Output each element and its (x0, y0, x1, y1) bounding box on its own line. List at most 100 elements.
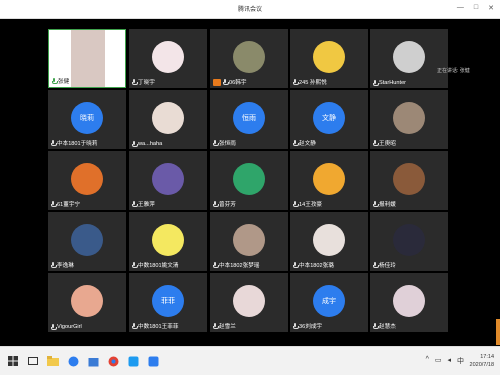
avatar (313, 162, 345, 195)
clock[interactable]: 17:14 2020/7/18 (470, 353, 494, 369)
video-feed (71, 30, 105, 87)
participant-tile[interactable]: 中本1802张璐 (290, 212, 368, 271)
participant-tile[interactable]: 中数1801姚文清 (129, 212, 207, 271)
avatar (152, 223, 184, 256)
participant-name-row: 赵慧杰 (373, 322, 396, 330)
title-bar: 腾讯会议 — □ ✕ (0, 0, 500, 19)
participant-name-row: 丁晓宇 (132, 78, 155, 86)
avatar (393, 101, 425, 134)
participant-name: 杨佳玲 (379, 263, 396, 269)
participant-tile[interactable]: 06韩宇 (210, 29, 288, 88)
microphone-icon (373, 201, 379, 207)
participant-name: wa...haha (138, 141, 163, 147)
ime-indicator[interactable]: 中 (457, 356, 464, 366)
participant-tile[interactable]: VigourGirl (48, 273, 126, 332)
participant-name-row: StarHunter (373, 80, 406, 86)
participant-tile[interactable]: 杨佳玲 (370, 212, 448, 271)
participant-name-row: 36刘成宇 (293, 322, 322, 330)
participant-name: 中本1801于晓莉 (57, 141, 98, 147)
avatar (71, 284, 103, 317)
avatar (233, 223, 265, 256)
participant-tile[interactable]: 文静 赵文静 (290, 90, 368, 149)
microphone-icon (213, 323, 219, 329)
network-icon[interactable]: ▭ (435, 356, 442, 366)
edge-browser-icon[interactable] (66, 354, 80, 368)
participant-tile[interactable]: 报利媛 (370, 151, 448, 210)
volume-icon[interactable]: ◂ (447, 356, 451, 366)
participant-tile[interactable]: 王庚昭 (370, 90, 448, 149)
participant-name-row: 245 孙熙悦 (293, 78, 327, 86)
microphone-icon (52, 78, 58, 84)
participant-name: VigourGirl (57, 324, 82, 330)
avatar (233, 284, 265, 317)
initials-avatar: 菲菲 (152, 284, 184, 317)
participant-name: 中数1801姚文清 (138, 263, 179, 269)
participant-tile[interactable]: 14王孜豪 (290, 151, 368, 210)
initials-avatar: 晓莉 (71, 101, 103, 134)
microphone-icon (51, 140, 57, 146)
participant-tile[interactable]: StarHunter (370, 29, 448, 88)
avatar (152, 162, 184, 195)
microphone-icon (213, 140, 219, 146)
participant-name: 中本1802张璐 (299, 263, 334, 269)
participant-tile[interactable]: 菲菲 中数1801王菲菲 (129, 273, 207, 332)
side-panel-handle[interactable] (496, 319, 500, 345)
participant-name: 中本1802张梦瑶 (219, 263, 260, 269)
maximize-icon[interactable]: □ (474, 4, 478, 12)
participant-tile[interactable]: 245 孙熙悦 (290, 29, 368, 88)
participant-name-row: 赵文静 (293, 139, 316, 147)
participant-tile[interactable]: 曾芬芳 (210, 151, 288, 210)
participant-name-row: 王庚昭 (373, 139, 396, 147)
participant-tile[interactable]: 恒雨 张恒雨 (210, 90, 288, 149)
chrome-icon[interactable] (106, 354, 120, 368)
initials-avatar: 成宇 (313, 284, 345, 317)
participant-name: 36刘成宇 (299, 324, 323, 330)
task-view-icon[interactable] (26, 354, 40, 368)
app-icon[interactable] (126, 354, 140, 368)
microphone-icon (132, 323, 138, 329)
participant-name-row: 张健 (52, 77, 69, 85)
microphone-icon (373, 140, 379, 146)
participant-tile[interactable]: 丁晓宇 (129, 29, 207, 88)
participant-tile[interactable]: 晓莉中本1801于晓莉 (48, 90, 126, 149)
avatar (152, 101, 184, 134)
avatar (393, 162, 425, 195)
participant-tile[interactable]: 赵雪兰 (210, 273, 288, 332)
participant-name-row: 李逸琳 (51, 261, 74, 269)
file-explorer-icon[interactable] (46, 354, 60, 368)
participant-tile[interactable]: 王雅萍 (129, 151, 207, 210)
avatar (71, 223, 103, 256)
participant-tile[interactable]: 赵慧杰 (370, 273, 448, 332)
clock-time: 17:14 (480, 354, 494, 360)
microphone-icon (213, 201, 219, 207)
tencent-meeting-icon[interactable] (146, 354, 160, 368)
window-title: 腾讯会议 (237, 7, 262, 13)
participant-tile[interactable]: wa...haha (129, 90, 207, 149)
chevron-up-icon[interactable]: ^ (426, 356, 429, 366)
participant-name: 丁晓宇 (138, 80, 155, 86)
participant-tile[interactable]: 61董宇宁 (48, 151, 126, 210)
minimize-icon[interactable]: — (457, 4, 464, 12)
participant-name: 王雅萍 (138, 202, 155, 208)
avatar (233, 162, 265, 195)
avatar (393, 223, 425, 256)
participant-name: 张恒雨 (219, 141, 236, 147)
participant-name: 赵文静 (299, 141, 316, 147)
participant-name-row: 王雅萍 (132, 200, 155, 208)
windows-start-icon[interactable] (6, 354, 20, 368)
store-icon[interactable] (86, 354, 100, 368)
close-icon[interactable]: ✕ (488, 4, 494, 12)
participant-tile[interactable]: 李逸琳 (48, 212, 126, 271)
participant-name-row: 曾芬芳 (213, 200, 236, 208)
avatar (71, 162, 103, 195)
participant-tile[interactable]: 成宇 36刘成宇 (290, 273, 368, 332)
participant-tile[interactable]: 张健 (48, 29, 126, 88)
participant-name: StarHunter (379, 80, 407, 86)
participant-tile[interactable]: 中本1802张梦瑶 (210, 212, 288, 271)
clock-date: 2020/7/18 (469, 362, 494, 368)
participant-name: 赵雪兰 (219, 324, 236, 330)
speaking-indicator: 正在讲话: 张健 (437, 68, 470, 74)
microphone-icon (132, 262, 138, 268)
system-tray: ^ ▭ ◂ 中 (426, 356, 464, 366)
participant-name-row: 中本1802张璐 (293, 261, 334, 269)
